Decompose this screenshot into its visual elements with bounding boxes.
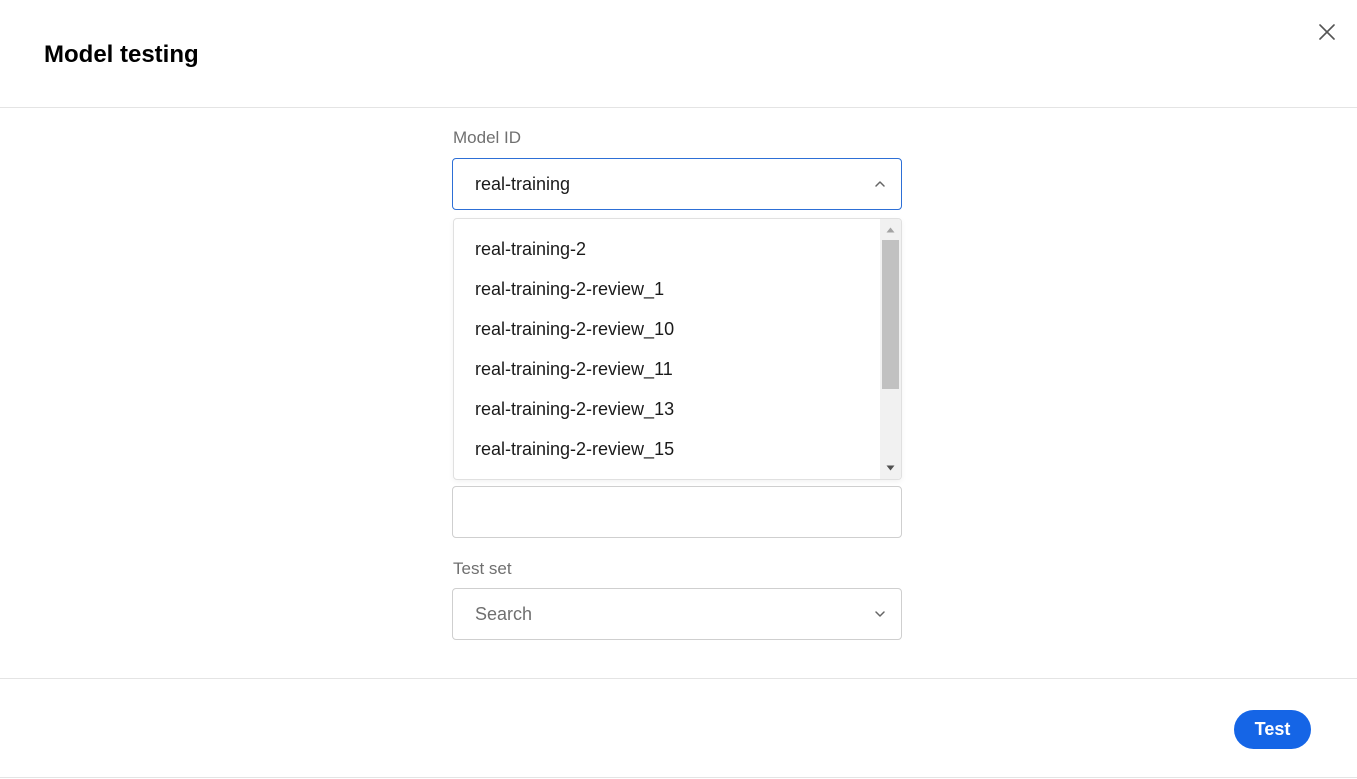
dropdown-option[interactable]: real-training-2-review_15 xyxy=(454,429,881,469)
test-set-search-placeholder: Search xyxy=(475,604,533,624)
test-set-select[interactable]: Search xyxy=(452,588,902,640)
dialog-header: Model testing xyxy=(0,0,1357,108)
close-button[interactable] xyxy=(1316,21,1338,43)
model-id-value: real-training xyxy=(475,174,571,194)
dropdown-option[interactable]: real-training-2-review_11 xyxy=(454,349,881,389)
dropdown-option[interactable]: real-training-2-review_13 xyxy=(454,389,881,429)
dropdown-option[interactable]: real-training-2-review_1 xyxy=(454,269,881,309)
dropdown-option[interactable]: real-training-2 xyxy=(454,229,881,269)
scrollbar-thumb[interactable] xyxy=(882,240,899,389)
dropdown-option[interactable]: real-training-2-review_10 xyxy=(454,309,881,349)
model-testing-dialog: Model testing Model ID real-training rea… xyxy=(0,0,1357,779)
dropdown-scrollbar[interactable] xyxy=(880,219,901,479)
scroll-down-arrow-icon[interactable] xyxy=(880,459,901,477)
model-id-label: Model ID xyxy=(453,128,522,147)
model-id-dropdown: real-training-2 real-training-2-review_1… xyxy=(453,218,902,480)
scroll-up-arrow-icon[interactable] xyxy=(880,221,901,239)
test-button[interactable]: Test xyxy=(1234,710,1311,749)
chevron-up-icon xyxy=(873,177,887,191)
model-id-select[interactable]: real-training xyxy=(452,158,902,210)
chevron-down-icon xyxy=(873,607,887,621)
text-input[interactable] xyxy=(452,486,902,538)
close-icon xyxy=(1319,24,1335,40)
dialog-title: Model testing xyxy=(44,41,199,68)
dialog-footer: Test xyxy=(0,678,1357,778)
test-set-label: Test set xyxy=(453,559,512,578)
